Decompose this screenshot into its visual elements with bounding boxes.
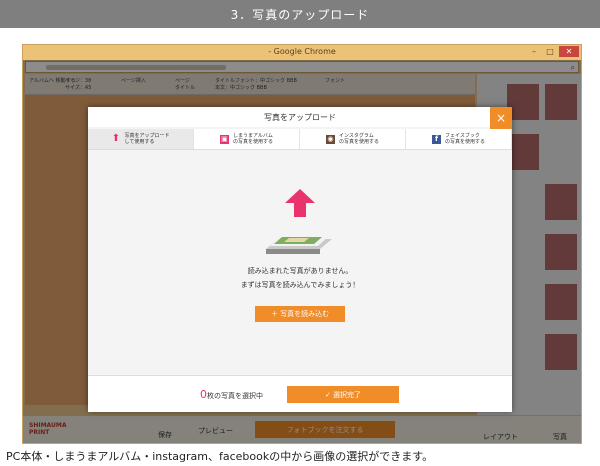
facebook-icon: f (431, 134, 441, 144)
section-header: 3．写真のアップロード (0, 0, 600, 28)
big-upload-arrow-icon (285, 189, 315, 217)
selection-done-button[interactable]: ✓ 選択完了 (287, 386, 399, 403)
close-icon[interactable]: × (490, 107, 512, 129)
album-icon: ▣ (219, 134, 229, 144)
tab-sublabel: の写真を使用する (338, 139, 379, 145)
tab-sublabel: して使用する (124, 139, 155, 145)
maximize-icon[interactable]: □ (543, 46, 557, 57)
close-window-icon[interactable]: ✕ (559, 46, 579, 57)
caption: PC本体・しまうまアルバム・instagram、facebookの中から画像の選… (6, 450, 434, 463)
minimize-icon[interactable]: – (527, 46, 541, 57)
modal-title: 写真をアップロード (88, 107, 512, 127)
tab-sublabel: の写真を使用する (444, 139, 485, 145)
no-photos-message: 読み込まれた写真がありません。 (247, 267, 353, 275)
instagram-icon: ◉ (325, 134, 335, 144)
tab-facebook[interactable]: f フェイスブック の写真を使用する (406, 129, 512, 149)
load-photos-label: ＋ 写真を読み込む (270, 310, 330, 318)
selected-count-label: 枚の写真を選択中 (207, 392, 263, 400)
selected-count: 0枚の写真を選択中 (200, 388, 263, 401)
window-title: - Google Chrome (268, 47, 336, 56)
photo-stack-icon (266, 237, 332, 254)
modal-footer: 0枚の写真を選択中 ✓ 選択完了 (88, 375, 512, 412)
window-controls: – □ ✕ (527, 46, 579, 57)
done-label: ✓ 選択完了 (324, 390, 362, 399)
selected-count-number: 0 (200, 388, 207, 401)
tab-upload[interactable]: ⬆ 写真をアップロード して使用する (88, 129, 194, 149)
load-prompt-message: まずは写真を読み込んでみましょう！ (240, 281, 360, 289)
tab-shimauma-album[interactable]: ▣ しまうまアルバム の写真を使用する (194, 129, 300, 149)
upload-icon: ⬆ (111, 133, 121, 144)
window-titlebar: - Google Chrome – □ ✕ (23, 45, 581, 60)
tab-sublabel: の写真を使用する (232, 139, 273, 145)
tab-instagram[interactable]: ◉ インスタグラム の写真を使用する (300, 129, 406, 149)
section-title: 3．写真のアップロード (230, 7, 370, 22)
load-photos-button[interactable]: ＋ 写真を読み込む (255, 306, 345, 322)
upload-modal: 写真をアップロード × ⬆ 写真をアップロード して使用する ▣ しまうまアルバム… (88, 107, 512, 412)
source-tabs: ⬆ 写真をアップロード して使用する ▣ しまうまアルバム の写真を使用する ◉ イ… (88, 129, 512, 150)
